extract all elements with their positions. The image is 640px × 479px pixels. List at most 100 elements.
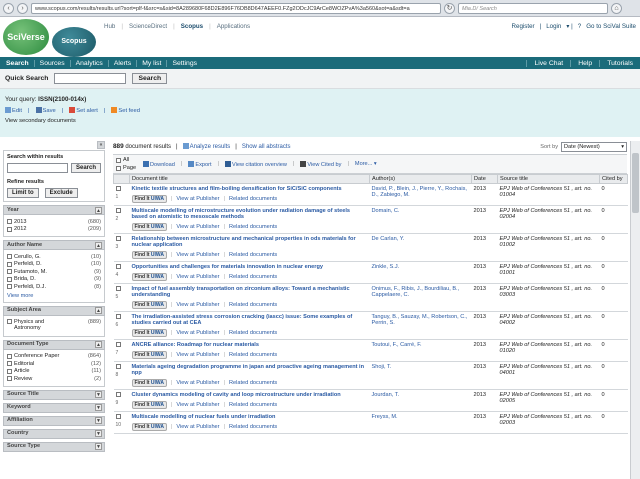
- row-source[interactable]: EPJ Web of Conferences 51 , art. no. 020…: [497, 389, 600, 412]
- related-documents-link[interactable]: Related documents: [229, 330, 277, 336]
- checkbox[interactable]: [116, 165, 121, 171]
- facet-item[interactable]: Editorial (12): [7, 360, 101, 368]
- forward-icon[interactable]: ›: [17, 2, 28, 14]
- find-it-button[interactable]: Find It UIWA: [131, 401, 167, 409]
- edit-query-link[interactable]: Edit: [5, 107, 22, 114]
- row-select[interactable]: 7: [113, 339, 130, 362]
- document-title-link[interactable]: Relationship between microstructure and …: [132, 236, 356, 248]
- checkbox[interactable]: [7, 276, 12, 282]
- login-link[interactable]: Login: [546, 23, 561, 30]
- scroll-thumb[interactable]: [632, 153, 639, 213]
- limit-to-button[interactable]: Limit to: [7, 188, 39, 198]
- document-title-link[interactable]: Opportunities and challenges for materia…: [132, 264, 323, 270]
- related-documents-link[interactable]: Related documents: [229, 302, 277, 308]
- exclude-button[interactable]: Exclude: [44, 188, 78, 198]
- analyze-link[interactable]: Analyze results: [182, 143, 230, 150]
- row-authors[interactable]: De Carlan, Y.: [369, 233, 472, 262]
- facet-item[interactable]: Futamoto, M. (9): [7, 268, 101, 276]
- row-select[interactable]: 5: [113, 283, 130, 312]
- search-within-button[interactable]: Search: [70, 163, 101, 173]
- row-authors[interactable]: Shoji, T.: [369, 361, 472, 390]
- checkbox[interactable]: [115, 286, 121, 291]
- row-source[interactable]: EPJ Web of Conferences 51 , art. no. 010…: [497, 183, 600, 206]
- checkbox[interactable]: [7, 353, 12, 359]
- row-source[interactable]: EPJ Web of Conferences 51 , art. no. 010…: [497, 339, 600, 362]
- set-feed-link[interactable]: Set feed: [111, 107, 140, 114]
- find-it-button[interactable]: Find It UIWA: [131, 351, 167, 359]
- nav-live-chat[interactable]: Live Chat: [526, 59, 570, 67]
- expand-icon[interactable]: ▼: [95, 430, 102, 437]
- view-publisher-link[interactable]: View at Publisher: [176, 302, 219, 308]
- author-facet-header[interactable]: Author Name ▲: [3, 240, 105, 250]
- cited-by-button[interactable]: View Cited by: [300, 161, 341, 168]
- view-publisher-link[interactable]: View at Publisher: [176, 196, 219, 202]
- checkbox[interactable]: [115, 392, 121, 397]
- col-source[interactable]: Source title: [497, 174, 600, 184]
- checkbox[interactable]: [7, 226, 12, 232]
- download-button[interactable]: Download: [143, 161, 175, 168]
- checkbox[interactable]: [115, 342, 121, 347]
- related-documents-link[interactable]: Related documents: [229, 380, 277, 386]
- find-it-button[interactable]: Find It UIWA: [131, 329, 167, 337]
- checkbox[interactable]: [7, 269, 12, 275]
- row-select[interactable]: 8: [113, 361, 130, 390]
- topnav-scopus[interactable]: Scopus: [181, 23, 203, 30]
- related-documents-link[interactable]: Related documents: [229, 402, 277, 408]
- document-title-link[interactable]: Multiscale modelling of nuclear fuels un…: [132, 414, 276, 420]
- sciverse-logo[interactable]: SciVerse: [3, 19, 49, 55]
- document-title-link[interactable]: Multiscale modelling of microstructure e…: [132, 208, 351, 220]
- facet-item[interactable]: Conference Paper (864): [7, 353, 101, 361]
- checkbox[interactable]: [115, 364, 121, 369]
- checkbox[interactable]: [7, 368, 12, 374]
- facet-item[interactable]: Perfeldi, D. (10): [7, 261, 101, 269]
- row-source[interactable]: EPJ Web of Conferences 51 , art. no. 020…: [497, 411, 600, 434]
- register-link[interactable]: Register: [512, 23, 535, 30]
- facet-item[interactable]: Review (2): [7, 375, 101, 383]
- facet-item[interactable]: 2012 (209): [7, 226, 101, 234]
- row-select[interactable]: 10: [113, 411, 130, 434]
- browser-search-input[interactable]: Mia.D/ Search: [458, 2, 608, 14]
- row-source[interactable]: EPJ Web of Conferences 51 , art. no. 040…: [497, 311, 600, 340]
- row-source[interactable]: EPJ Web of Conferences 51 , art. no. 040…: [497, 361, 600, 390]
- help-icon[interactable]: ?: [578, 23, 581, 30]
- checkbox[interactable]: [7, 361, 12, 367]
- show-abstracts-link[interactable]: Show all abstracts: [242, 144, 291, 150]
- facet-item[interactable]: Perfeldi, D.J. (8): [7, 283, 101, 291]
- checkbox[interactable]: [115, 314, 121, 319]
- nav-settings[interactable]: Settings: [167, 60, 202, 67]
- find-it-button[interactable]: Find It UIWA: [131, 251, 167, 259]
- nav-my-list[interactable]: My list: [137, 59, 168, 67]
- sort-select[interactable]: Date (Newest) ▾: [561, 141, 627, 152]
- scopus-logo[interactable]: Scopus: [52, 27, 96, 57]
- checkbox[interactable]: [115, 186, 121, 191]
- checkbox[interactable]: [115, 236, 121, 241]
- doctype-facet-header[interactable]: Document Type ▲: [3, 339, 105, 350]
- row-authors[interactable]: Jourdan, T.: [369, 389, 472, 412]
- keyword-facet-header[interactable]: Keyword ▼: [3, 402, 105, 413]
- document-title-link[interactable]: Kinetic textile structures and film-boil…: [132, 186, 342, 192]
- row-select[interactable]: 1: [113, 183, 130, 206]
- checkbox[interactable]: [7, 219, 12, 225]
- col-authors[interactable]: Author(s): [369, 174, 472, 184]
- document-title-link[interactable]: Impact of fuel assembly transportation o…: [132, 286, 350, 298]
- view-more-link[interactable]: View more: [7, 293, 101, 299]
- nav-alerts[interactable]: Alerts: [109, 59, 138, 67]
- facet-item[interactable]: Brida, D. (9): [7, 276, 101, 284]
- collapse-icon[interactable]: ▲: [95, 307, 102, 314]
- topnav-sciencedirect[interactable]: ScienceDirect: [129, 23, 167, 30]
- back-icon[interactable]: ‹: [3, 2, 14, 14]
- source-title-facet-header[interactable]: Source Title ▼: [3, 389, 105, 400]
- facet-item[interactable]: Article (11): [7, 368, 101, 376]
- country-facet-header[interactable]: Country ▼: [3, 428, 105, 439]
- address-bar[interactable]: www.scopus.com/results/results.url?sort=…: [31, 2, 441, 14]
- find-it-button[interactable]: Find It UIWA: [131, 195, 167, 203]
- checkbox[interactable]: [115, 414, 121, 419]
- view-secondary-link[interactable]: View secondary documents: [5, 118, 635, 124]
- related-documents-link[interactable]: Related documents: [229, 252, 277, 258]
- row-authors[interactable]: Toutoui, F., Carré, F.: [369, 339, 472, 362]
- row-authors[interactable]: Zinkle, S.J.: [369, 261, 472, 284]
- row-authors[interactable]: Freyss, M.: [369, 411, 472, 434]
- select-all[interactable]: All: [116, 157, 136, 165]
- save-query-link[interactable]: Save: [35, 107, 56, 114]
- select-page[interactable]: Page: [116, 165, 136, 173]
